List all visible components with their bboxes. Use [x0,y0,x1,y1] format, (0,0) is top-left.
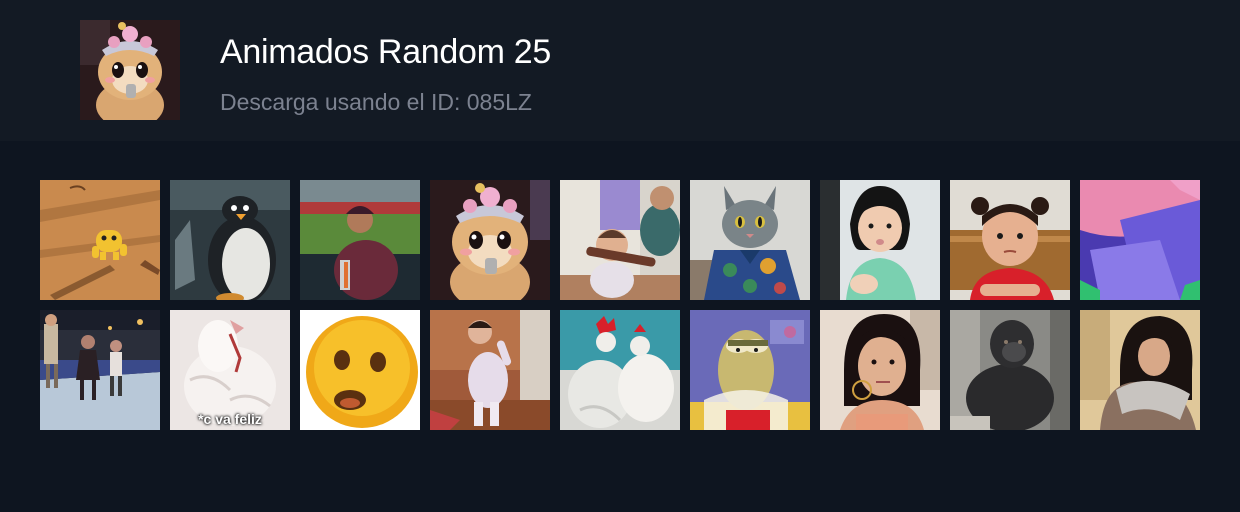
little-girl-icon [820,180,940,300]
cat-in-hawaiian-shirt-icon [690,180,810,300]
emoji-face-surprised-icon [300,310,420,430]
sticker-item[interactable] [950,180,1070,300]
sticker-item[interactable] [300,180,420,300]
abstract-colors-icon [1080,180,1200,300]
sticker-item[interactable] [300,310,420,430]
gorilla-icon [950,310,1070,430]
sticker-item[interactable] [950,310,1070,430]
sticker-item[interactable] [430,310,550,430]
pack-avatar [80,20,180,120]
pack-download-id: Descarga usando el ID: 085LZ [220,89,532,115]
sticker-caption: *c va feliz [198,411,262,427]
sticker-item[interactable] [820,310,940,430]
sticker-grid: *c va feliz [40,180,1200,430]
sticker-item[interactable] [170,180,290,300]
hamster-mascot-icon [80,20,180,120]
sticker-item[interactable] [560,310,680,430]
sticker-item[interactable] [820,180,940,300]
sticker-item[interactable]: *c va feliz [170,310,290,430]
woman-with-scarf-icon [1080,310,1200,430]
cartoon-dog-jumping-icon [40,180,160,300]
pack-title: Animados Random 25 [220,33,552,71]
people-skating-icon [40,310,160,430]
roosters-icon [560,310,680,430]
sticker-item[interactable] [430,180,550,300]
sticker-item[interactable] [1080,310,1200,430]
baby-with-toy-icon [560,180,680,300]
hamster-mascot-icon [430,180,550,300]
toddler-girl-red-shirt-icon [950,180,1070,300]
baseball-player-icon [300,180,420,300]
penguin-icon [170,180,290,300]
sticker-item[interactable] [40,180,160,300]
cartoon-fish-icon [690,310,810,430]
sticker-item[interactable] [560,180,680,300]
toddler-dancing-icon [430,310,550,430]
sticker-item[interactable] [690,180,810,300]
sticker-item[interactable] [690,310,810,430]
woman-side-eye-icon [820,310,940,430]
sticker-item[interactable] [1080,180,1200,300]
pack-header: Animados Random 25 Descarga usando el ID… [0,0,1240,141]
sticker-item[interactable] [40,310,160,430]
